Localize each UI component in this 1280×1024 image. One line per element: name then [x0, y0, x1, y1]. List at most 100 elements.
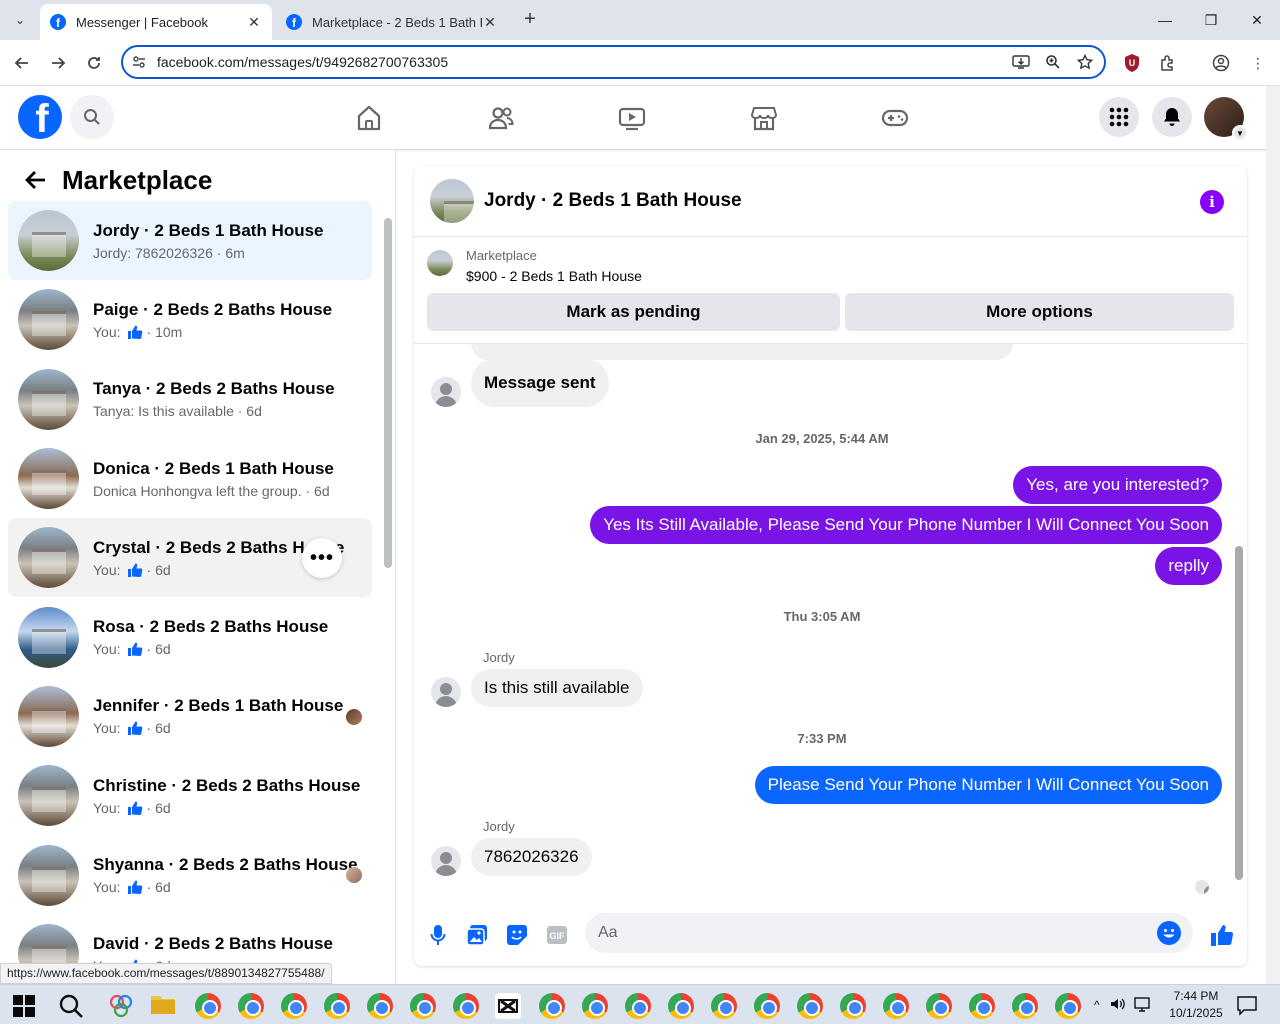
tab-messenger[interactable]: f Messenger | Facebook ✕ — [40, 4, 272, 40]
listing-thumbnail[interactable] — [427, 250, 453, 276]
conversation-item[interactable]: Paige · 2 Beds 2 Baths House You: · 10m — [8, 280, 372, 359]
sidebar-scrollbar[interactable] — [382, 206, 394, 982]
notifications-bell-icon[interactable] — [1152, 97, 1192, 137]
chrome-taskbar-icon[interactable] — [367, 993, 393, 1019]
gif-icon[interactable]: GIF — [545, 923, 569, 947]
message-bubble-incoming[interactable]: Is this still available — [471, 669, 643, 707]
tab-close-icon[interactable]: ✕ — [482, 14, 498, 31]
back-arrow-icon[interactable] — [9, 50, 35, 76]
minimize-window-button[interactable]: — — [1142, 0, 1188, 40]
info-icon[interactable]: i — [1200, 190, 1224, 214]
profile-icon[interactable] — [1211, 53, 1231, 73]
chrome-taskbar-icon[interactable] — [453, 993, 479, 1019]
conversation-item[interactable]: Jennifer · 2 Beds 1 Bath House You: · 6d — [8, 677, 372, 756]
conversation-item[interactable]: Shyanna · 2 Beds 2 Baths House You: · 6d — [8, 835, 372, 914]
microphone-icon[interactable] — [426, 923, 450, 947]
restore-window-button[interactable]: ❐ — [1188, 0, 1234, 40]
message-bubble-outgoing[interactable]: Yes, are you interested? — [1013, 466, 1222, 504]
photo-attach-icon[interactable] — [465, 923, 489, 947]
scrollbar-thumb[interactable] — [384, 218, 392, 568]
forward-arrow-icon[interactable] — [45, 50, 71, 76]
conversation-item[interactable]: Jordy · 2 Beds 1 Bath House Jordy: 786202… — [8, 201, 372, 281]
chrome-taskbar-icon[interactable] — [797, 993, 823, 1019]
reload-icon[interactable] — [81, 50, 107, 76]
chrome-taskbar-icon[interactable] — [883, 993, 909, 1019]
scrollbar-thumb[interactable] — [1235, 546, 1243, 880]
sender-avatar[interactable] — [431, 677, 461, 707]
tab-search-button[interactable]: ⌄ — [8, 8, 32, 32]
marketplace-icon[interactable] — [750, 104, 778, 132]
conversation-item[interactable]: Tanya · 2 Beds 2 Baths House Tanya: Is th… — [8, 360, 372, 439]
chrome-taskbar-icon[interactable] — [238, 993, 264, 1019]
tab-marketplace[interactable]: f Marketplace - 2 Beds 1 Bath Ho ✕ — [276, 4, 508, 40]
copilot-app-icon[interactable] — [108, 993, 134, 1019]
chrome-taskbar-icon[interactable] — [711, 993, 737, 1019]
tab-close-icon[interactable]: ✕ — [246, 14, 262, 31]
speaker-icon[interactable] — [1110, 996, 1126, 1015]
chat-scrollbar[interactable] — [1234, 350, 1244, 896]
chrome-taskbar-icon[interactable] — [625, 993, 651, 1019]
like-thumbs-up-icon[interactable] — [1210, 923, 1234, 947]
mark-as-pending-button[interactable]: Mark as pending — [427, 293, 840, 331]
sender-avatar[interactable] — [431, 846, 461, 876]
search-icon[interactable] — [70, 95, 114, 139]
capcut-app-icon[interactable] — [495, 993, 521, 1019]
menu-grid-icon[interactable] — [1099, 97, 1139, 137]
message-bubble-outgoing[interactable]: replly — [1155, 547, 1222, 585]
friends-icon[interactable] — [487, 104, 515, 132]
chrome-taskbar-icon[interactable] — [281, 993, 307, 1019]
page-scrollbar[interactable] — [1266, 86, 1280, 984]
chrome-taskbar-icon[interactable] — [926, 993, 952, 1019]
conversation-item[interactable]: Donica · 2 Beds 1 Bath House Donica Honho… — [8, 439, 372, 518]
message-bubble-outgoing[interactable]: Yes Its Still Available, Please Send You… — [590, 506, 1222, 544]
chrome-taskbar-icon[interactable] — [1055, 993, 1081, 1019]
chrome-taskbar-icon[interactable] — [754, 993, 780, 1019]
account-avatar[interactable]: ▼ — [1204, 97, 1248, 141]
install-app-icon[interactable] — [1012, 53, 1030, 71]
chrome-taskbar-icon[interactable] — [324, 993, 350, 1019]
chrome-taskbar-icon[interactable] — [410, 993, 436, 1019]
browser-menu-icon[interactable]: ⋮ — [1248, 53, 1268, 73]
chrome-taskbar-icon[interactable] — [969, 993, 995, 1019]
notification-center-icon[interactable] — [1236, 994, 1262, 1020]
chrome-taskbar-icon[interactable] — [195, 993, 221, 1019]
taskbar-search-icon[interactable] — [58, 993, 84, 1019]
sticker-icon[interactable] — [505, 923, 529, 947]
watch-video-icon[interactable] — [618, 104, 646, 132]
gaming-icon[interactable] — [881, 104, 909, 132]
chrome-taskbar-icon[interactable] — [1012, 993, 1038, 1019]
bookmark-star-icon[interactable] — [1076, 53, 1094, 71]
message-bubble-incoming[interactable]: 7862026326 — [471, 838, 592, 876]
message-bubble-outgoing[interactable]: Please Send Your Phone Number I Will Con… — [754, 766, 1222, 804]
more-actions-icon[interactable]: ••• — [302, 538, 342, 579]
site-settings-icon[interactable] — [131, 54, 147, 70]
listing-avatar[interactable] — [430, 179, 474, 223]
tray-expand-icon[interactable]: ^ — [1094, 998, 1100, 1012]
new-tab-button[interactable]: + — [518, 8, 542, 32]
conversation-item[interactable]: Rosa · 2 Beds 2 Baths House You: · 6d — [8, 597, 372, 676]
facebook-logo[interactable]: f — [18, 95, 62, 139]
close-window-button[interactable]: ✕ — [1234, 0, 1280, 40]
chrome-taskbar-icon[interactable] — [668, 993, 694, 1019]
ublock-extension-icon[interactable]: U — [1122, 53, 1142, 73]
more-options-button[interactable]: More options — [845, 293, 1234, 331]
windows-start-icon[interactable] — [11, 993, 37, 1019]
conversation-item[interactable]: Crystal · 2 Beds 2 Baths House You: · 6d ••… — [8, 518, 372, 598]
chrome-taskbar-icon[interactable] — [582, 993, 608, 1019]
zoom-icon[interactable] — [1044, 53, 1062, 71]
listing-title[interactable]: $900 - 2 Beds 1 Bath House — [466, 268, 642, 284]
chat-title[interactable]: Jordy · 2 Beds 1 Bath House — [484, 190, 742, 212]
back-arrow-icon[interactable] — [18, 162, 54, 198]
chrome-taskbar-icon[interactable] — [840, 993, 866, 1019]
sender-avatar[interactable] — [431, 377, 461, 407]
conversation-item[interactable]: Christine · 2 Beds 2 Baths House You: · 6d — [8, 756, 372, 835]
message-bubble-incoming[interactable]: Message sent — [471, 359, 609, 407]
home-icon[interactable] — [355, 104, 383, 132]
chrome-taskbar-icon[interactable] — [539, 993, 565, 1019]
file-explorer-icon[interactable] — [150, 993, 176, 1019]
taskbar-clock[interactable]: 7:44 PM 10/1/2025 — [1164, 988, 1228, 1022]
emoji-icon[interactable] — [1157, 921, 1181, 945]
network-icon[interactable] — [1133, 996, 1152, 1015]
extensions-puzzle-icon[interactable] — [1158, 53, 1178, 73]
address-bar[interactable]: facebook.com/messages/t/9492682700763305 — [121, 45, 1106, 79]
